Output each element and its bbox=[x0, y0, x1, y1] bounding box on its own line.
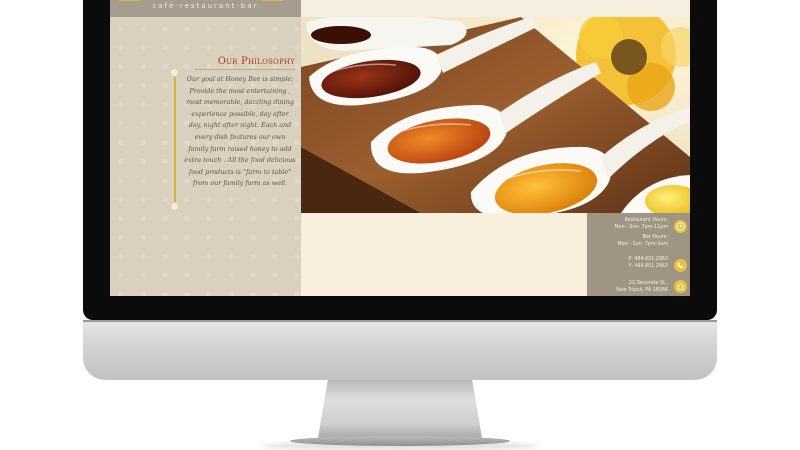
info-panel: Restaurant Hours: Mon - Sun: 7pm-11pm Ba… bbox=[587, 213, 690, 296]
philosophy-line: Provide the most entertaining , bbox=[189, 86, 291, 95]
honey-spoons-illustration bbox=[301, 17, 690, 213]
philosophy-line: Our goal at Honey Bee is simple: bbox=[186, 75, 294, 83]
timeline-dot-bottom[interactable] bbox=[170, 202, 179, 211]
title-divider bbox=[195, 69, 295, 70]
clock-icon bbox=[674, 220, 687, 233]
logo-fragment bbox=[118, 0, 142, 1]
content-area bbox=[301, 213, 587, 296]
website-screen: café-restaurant-bar Our Philosophy Our g… bbox=[110, 0, 690, 296]
phone-icon[interactable] bbox=[674, 259, 687, 272]
restaurant-hours-label: Restaurant Hours: bbox=[624, 218, 668, 223]
top-band bbox=[301, 0, 690, 17]
philosophy-title: Our Philosophy bbox=[217, 56, 295, 67]
philosophy-line: family farm raised honey to add bbox=[188, 144, 292, 153]
product-mockup: café-restaurant-bar Our Philosophy Our g… bbox=[0, 0, 800, 450]
monitor-stand bbox=[318, 380, 482, 438]
philosophy-text: Our goal at Honey Bee is simple: Provide… bbox=[184, 74, 296, 190]
restaurant-hours: Mon - Sun: 7pm-11pm bbox=[614, 225, 668, 230]
philosophy-line: food products is "farm to table" bbox=[188, 167, 292, 176]
fax-number: F: 484.601.2863 bbox=[628, 264, 668, 269]
timeline-dot-top[interactable] bbox=[170, 68, 179, 77]
monitor-base bbox=[290, 436, 510, 446]
hero-photo-honey-spoons bbox=[301, 17, 690, 213]
address-line-2: New Tripoli, PA 18066 bbox=[616, 288, 668, 293]
site-tagline: café-restaurant-bar bbox=[152, 2, 259, 10]
philosophy-line: day, night after night. Each and bbox=[188, 121, 292, 130]
logo-fragment bbox=[260, 0, 284, 1]
sidebar: café-restaurant-bar Our Philosophy Our g… bbox=[110, 0, 301, 296]
timeline-track bbox=[174, 72, 176, 206]
bar-hours-label: Bar Hours: bbox=[642, 235, 668, 240]
monitor-chin bbox=[83, 320, 717, 380]
logo-band: café-restaurant-bar bbox=[110, 0, 301, 17]
home-icon[interactable] bbox=[674, 280, 687, 293]
philosophy-line: every dish features our own bbox=[194, 132, 286, 141]
address-line-1: 23 Devorate St., bbox=[628, 281, 668, 286]
bar-hours: Mon - Sun: 7pm-2am bbox=[617, 242, 668, 247]
philosophy-line: from our family farm as well. bbox=[192, 179, 288, 188]
philosophy-line: extra touch . All the food delicious bbox=[184, 156, 296, 165]
philosophy-line: experience possible, day after bbox=[191, 109, 289, 118]
phone-number[interactable]: P: 484.601.2862 bbox=[628, 257, 668, 263]
philosophy-line: most memorable, dazzling dining bbox=[186, 98, 294, 107]
